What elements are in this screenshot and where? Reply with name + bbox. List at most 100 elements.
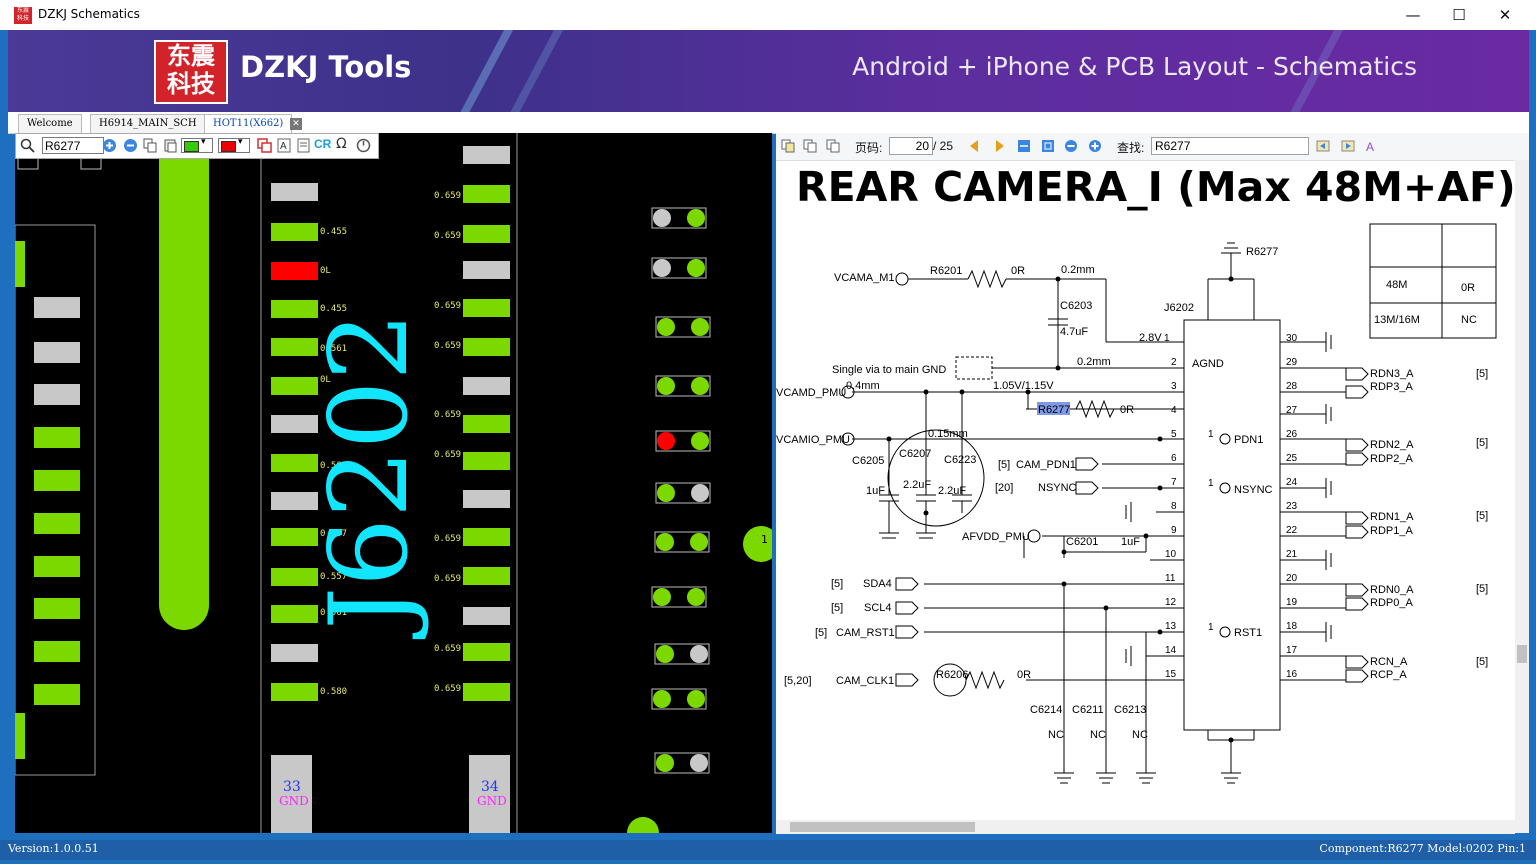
svg-text:15: 15 [1165, 669, 1177, 680]
voltage-label: 0.659 [434, 574, 462, 584]
pin-net: GND [279, 794, 309, 808]
svg-text:12: 12 [1165, 597, 1177, 608]
net-label: RDP1_A [1370, 525, 1413, 537]
close-button[interactable]: ✕ [1482, 3, 1528, 27]
scroll-thumb[interactable] [1517, 645, 1527, 663]
ohm-icon[interactable]: Ω [336, 136, 347, 152]
tab-welcome[interactable]: Welcome [18, 114, 82, 133]
ref-label: [5] [998, 459, 1010, 471]
component-label: 2.2uF [938, 485, 966, 497]
copy-icon[interactable] [143, 138, 158, 153]
component-label: 2.8V [1139, 332, 1162, 344]
svg-text:22: 22 [1286, 525, 1298, 536]
svg-text:4: 4 [1171, 405, 1177, 416]
horizontal-scrollbar[interactable] [776, 820, 1515, 834]
component-label: 1.05V/1.15V [993, 380, 1054, 392]
maximize-button[interactable]: ☐ [1436, 3, 1482, 27]
net-label: RDN1_A [1370, 511, 1414, 523]
tab-close-icon[interactable]: ✕ [290, 118, 302, 130]
svg-text:19: 19 [1286, 597, 1298, 608]
voltage-label: 0.659 [434, 301, 462, 311]
notes-icon[interactable] [296, 138, 311, 153]
pin-net: GND [477, 794, 507, 808]
voltage-label: 0.580 [320, 687, 348, 697]
tab-hot11[interactable]: HOT11(X662) [204, 114, 293, 133]
scroll-thumb[interactable] [790, 822, 975, 832]
agnd-label: AGND [1192, 358, 1224, 370]
net-label: SCL4 [864, 602, 892, 614]
component-label: 0.2mm [1061, 264, 1095, 276]
ref-label: [20] [995, 482, 1013, 494]
net-label: VCAMA_M1 [834, 272, 895, 284]
table-cell: 48M [1386, 279, 1407, 291]
component-info: Component:R6277 Model:0202 Pin:1 [1319, 842, 1526, 855]
ref-label: [5] [1476, 510, 1488, 522]
tab-h6914-main-sch[interactable]: H6914_MAIN_SCH [90, 114, 206, 133]
svg-text:13: 13 [1165, 621, 1177, 632]
svg-text:6: 6 [1171, 453, 1177, 464]
bottom-marker [627, 817, 659, 833]
svg-text:5: 5 [1171, 429, 1177, 440]
component-label: 1uF [866, 485, 885, 497]
component-label: 0.15mm [928, 428, 968, 440]
component-label: C6214 [1030, 704, 1062, 716]
layers-icon[interactable] [257, 138, 272, 153]
table-header: R6277 [1246, 246, 1278, 258]
search-icon[interactable] [20, 138, 35, 153]
component-label: 0R [1120, 404, 1134, 416]
passive-components [651, 207, 711, 774]
pcb-view[interactable]: 0.455 0L 0.455 0.561 0L 0.561 0.557 0.55… [15, 133, 772, 833]
ref-label: [5] [1476, 583, 1488, 595]
net-label: CAM_RST1 [836, 627, 895, 639]
schematic-view[interactable]: 页码: / 25 查找: A REAR CAMERA_I (Max 48M+AF… [776, 133, 1529, 833]
net-label: SDA4 [863, 578, 892, 590]
zoom-out-icon[interactable] [123, 138, 138, 153]
status-bar: Version:1.0.0.51 Component:R6277 Model:0… [0, 840, 1536, 860]
title-bar: 东震 科技 DZKJ Schematics — ☐ ✕ [0, 0, 1536, 30]
schematic-drawing[interactable]: R6277 48M 0R 13M/16M NC J6202 AGND PDN1 … [776, 133, 1529, 833]
cr-toggle[interactable]: CR [314, 137, 331, 151]
component-label: R6277 [1038, 404, 1070, 416]
voltage-label: 0.659 [434, 534, 462, 544]
vertical-scrollbar[interactable] [1515, 160, 1529, 833]
component-label: 0R [1011, 265, 1025, 277]
net-label: AFVDD_PMU [962, 531, 1030, 543]
paste-icon[interactable] [163, 138, 178, 153]
zoom-in-icon[interactable] [102, 138, 117, 153]
ref-label: [5,20] [784, 675, 812, 687]
component-label: C6223 [944, 454, 976, 466]
component-label: 4.7uF [1060, 326, 1088, 338]
voltage-label: 0.659 [434, 341, 462, 351]
net-label: RDN3_A [1370, 368, 1414, 380]
pcb-toolbar: ▾ ▾ A CR Ω [15, 133, 379, 159]
component-label: 0.4mm [846, 380, 880, 392]
pcb-search-input[interactable] [42, 137, 104, 154]
net-label: NSYNC [1038, 482, 1077, 494]
pin-number: 34 [481, 779, 499, 795]
component-label: 2.2uF [903, 479, 931, 491]
net-label: RDN0_A [1370, 584, 1414, 596]
text-icon[interactable]: A [277, 138, 292, 153]
svg-text:16: 16 [1286, 669, 1298, 680]
green-color-select[interactable]: ▾ [181, 137, 213, 153]
ground-trace [159, 133, 209, 630]
reset-icon[interactable] [356, 138, 371, 153]
component-designator: J6202 [307, 311, 432, 630]
minimize-button[interactable]: — [1390, 3, 1436, 27]
svg-text:9: 9 [1171, 525, 1177, 536]
ref-label: [5] [831, 578, 843, 590]
red-color-select[interactable]: ▾ [218, 137, 250, 153]
svg-text:20: 20 [1286, 573, 1298, 584]
component-label: NC [1090, 729, 1106, 741]
component-label: NC [1132, 729, 1148, 741]
svg-text:1: 1 [1208, 429, 1214, 440]
pin-number: 33 [283, 779, 301, 795]
component-label: C6207 [899, 448, 931, 460]
table-cell: 13M/16M [1374, 314, 1420, 326]
component-label: C6211 [1072, 704, 1104, 716]
svg-text:14: 14 [1165, 645, 1177, 656]
component-label: C6205 [852, 455, 884, 467]
svg-text:21: 21 [1286, 549, 1298, 560]
svg-text:30: 30 [1286, 333, 1298, 344]
table-cell: NC [1461, 314, 1477, 326]
